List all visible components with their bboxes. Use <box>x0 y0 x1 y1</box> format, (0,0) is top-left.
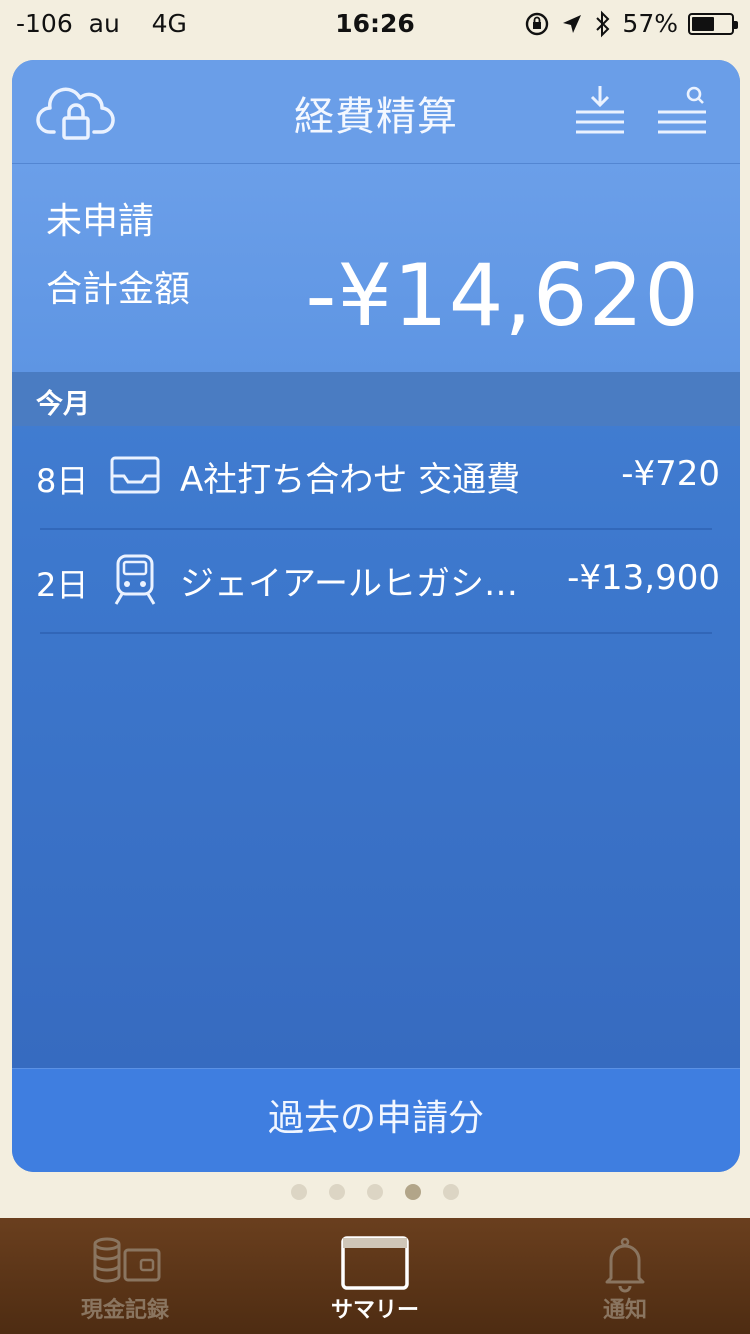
section-label: 今月 <box>36 389 90 420</box>
expense-day: 2日 <box>36 566 89 604</box>
total-amount: -¥14,620 <box>305 246 700 346</box>
summary-panel: 未申請 合計金額 -¥14,620 <box>12 164 740 372</box>
expense-list: 8日 A社打ち合わせ 交通費 -¥720 2日 ジェイアールヒガシ… -¥13,… <box>12 426 740 634</box>
page-dot[interactable] <box>443 1184 459 1200</box>
tab-summary[interactable]: サマリー <box>250 1218 500 1334</box>
location-icon <box>563 14 582 33</box>
past-requests-button[interactable]: 過去の申請分 <box>12 1068 740 1172</box>
page-dot-active[interactable] <box>405 1184 421 1200</box>
page-indicator[interactable] <box>0 1184 750 1208</box>
status-bar: -106 au 4G 16:26 57% <box>0 0 750 50</box>
tab-label: 現金記録 <box>80 1298 169 1323</box>
expense-amount: -¥13,900 <box>567 558 720 598</box>
page-dot[interactable] <box>291 1184 307 1200</box>
card-header: 経費精算 <box>12 60 740 164</box>
battery-percent: 57% <box>622 9 678 38</box>
train-icon <box>114 554 156 605</box>
download-list-icon[interactable] <box>572 82 628 140</box>
total-label: 合計金額 <box>46 269 191 310</box>
page-title: 経費精算 <box>294 94 458 140</box>
page-dot[interactable] <box>329 1184 345 1200</box>
tab-label: サマリー <box>330 1298 419 1323</box>
battery-icon <box>688 12 738 35</box>
status-label: 未申請 <box>46 201 155 242</box>
tray-icon <box>110 456 160 494</box>
row-divider <box>40 632 712 634</box>
status-right: 57% <box>524 9 738 38</box>
list-item[interactable]: 2日 ジェイアールヒガシ… -¥13,900 <box>12 530 740 634</box>
section-header: 今月 <box>12 372 740 426</box>
bluetooth-icon <box>596 10 610 37</box>
bell-icon <box>605 1237 645 1293</box>
expense-title: A社打ち合わせ 交通費 <box>180 460 521 500</box>
orientation-lock-icon <box>526 12 549 35</box>
tab-label: 通知 <box>602 1298 647 1323</box>
expense-card: 経費精算 未申請 合計金額 -¥14,620 今月 8日 A社打ち合わせ 交通費… <box>12 60 740 1172</box>
search-list-icon[interactable] <box>656 82 710 140</box>
card-icon <box>341 1236 409 1290</box>
page-dot[interactable] <box>367 1184 383 1200</box>
tab-cash-record[interactable]: 現金記録 <box>0 1218 250 1334</box>
expense-day: 8日 <box>36 462 89 500</box>
expense-title: ジェイアールヒガシ… <box>180 564 518 604</box>
tab-bar: 現金記録 サマリー 通知 <box>0 1218 750 1334</box>
tab-notifications[interactable]: 通知 <box>500 1218 750 1334</box>
list-item[interactable]: 8日 A社打ち合わせ 交通費 -¥720 <box>12 426 740 530</box>
coins-wallet-icon <box>93 1237 161 1283</box>
expense-amount: -¥720 <box>621 454 720 494</box>
